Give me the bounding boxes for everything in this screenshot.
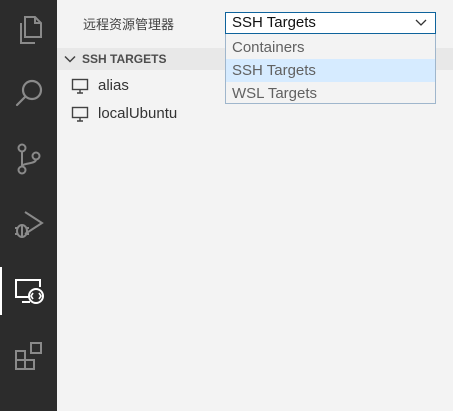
remote-explorer-tab[interactable] <box>0 261 57 321</box>
remote-explorer-sidebar: 远程资源管理器 SSH Targets SSH TARGETS alias lo… <box>57 0 453 411</box>
sidebar-title: 远程资源管理器 <box>83 17 175 32</box>
ssh-target-item[interactable]: localUbuntu <box>57 102 453 126</box>
dropdown-option-wsl-targets[interactable]: WSL Targets <box>226 82 435 105</box>
remote-type-dropdown: Containers SSH Targets WSL Targets <box>225 34 436 104</box>
remote-type-select[interactable]: SSH Targets <box>225 12 436 34</box>
files-icon <box>19 16 42 44</box>
search-icon <box>15 79 42 107</box>
run-debug-tab[interactable] <box>0 194 57 254</box>
ssh-target-label: alias <box>98 77 129 94</box>
monitor-icon <box>71 106 89 122</box>
remote-type-select-value: SSH Targets <box>232 14 316 31</box>
ssh-target-label: localUbuntu <box>98 105 178 122</box>
extensions-tab[interactable] <box>0 326 57 386</box>
run-debug-icon <box>14 211 44 238</box>
activity-bar <box>0 0 57 411</box>
chevron-down-icon <box>64 55 76 63</box>
dropdown-option-containers[interactable]: Containers <box>226 36 435 59</box>
monitor-icon <box>71 78 89 94</box>
source-control-tab[interactable] <box>0 129 57 189</box>
search-tab[interactable] <box>0 64 57 124</box>
section-title: SSH TARGETS <box>82 52 167 66</box>
remote-explorer-icon <box>14 279 44 304</box>
extensions-icon <box>14 342 42 370</box>
explorer-tab[interactable] <box>0 0 57 60</box>
chevron-down-icon <box>415 19 427 26</box>
source-control-icon <box>17 143 40 175</box>
dropdown-option-ssh-targets[interactable]: SSH Targets <box>226 59 435 82</box>
